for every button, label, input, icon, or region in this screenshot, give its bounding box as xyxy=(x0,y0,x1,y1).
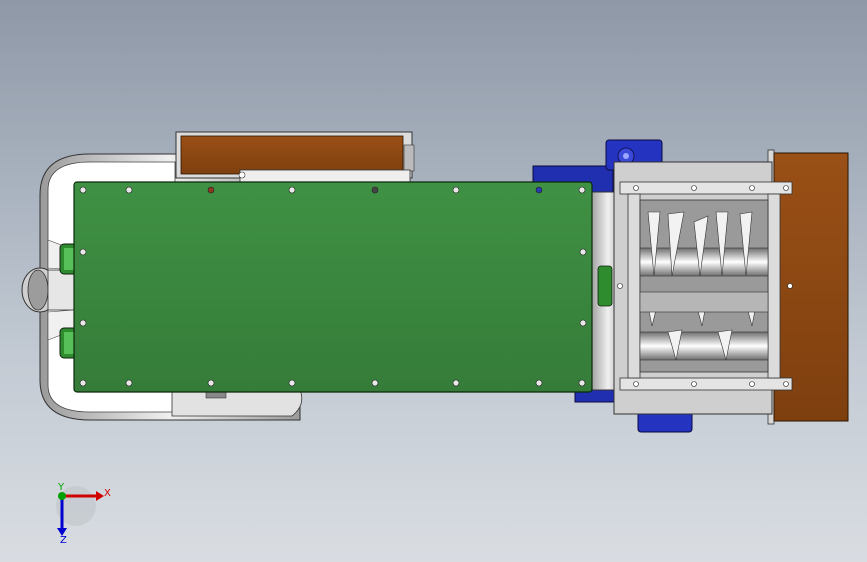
y-axis-label: Y xyxy=(57,482,65,493)
x-axis-label: X xyxy=(104,488,111,499)
orientation-triad: X Y Z xyxy=(56,482,111,546)
shredder-frame[interactable] xyxy=(613,161,793,415)
cad-viewport[interactable]: X Y Z xyxy=(0,0,867,562)
z-axis-label: Z xyxy=(60,535,67,546)
top-cover-plate[interactable] xyxy=(73,181,593,393)
y-axis-dot xyxy=(58,492,66,500)
model-view[interactable]: X Y Z xyxy=(0,0,867,562)
motor-box[interactable] xyxy=(175,131,415,185)
